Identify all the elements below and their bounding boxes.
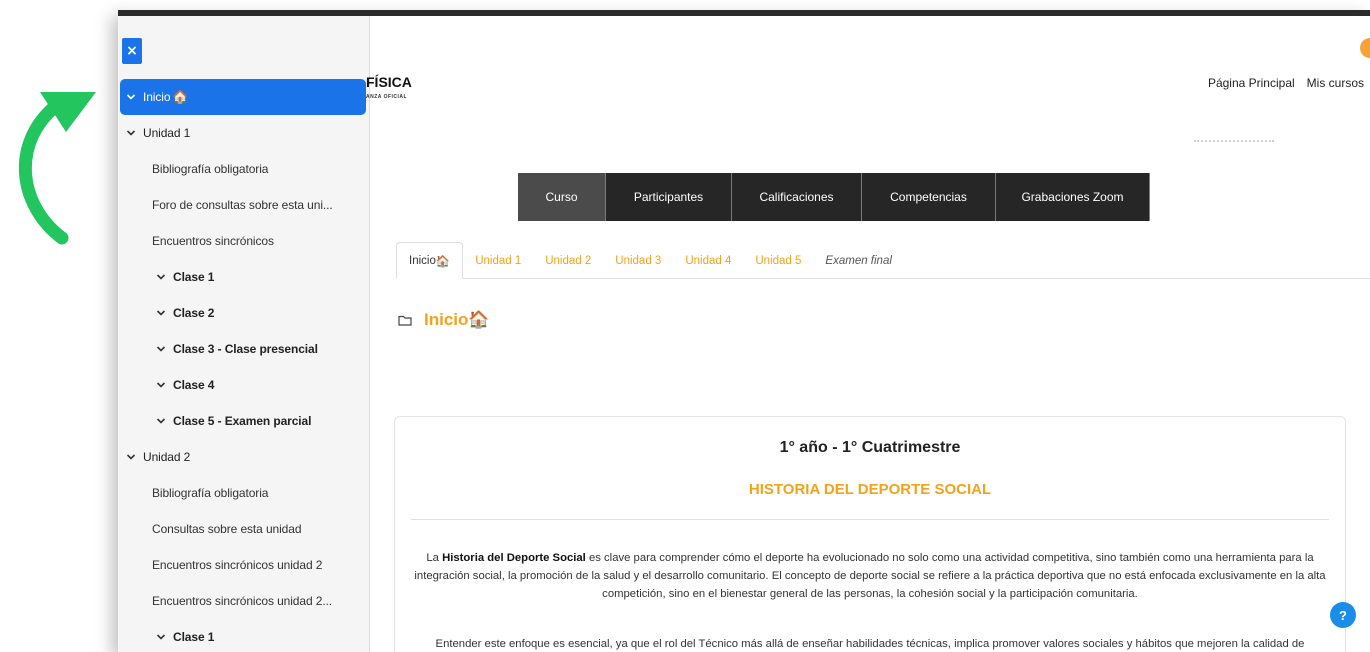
course-menu: Curso Participantes Calificaciones Competen… [518, 173, 1150, 221]
chevron-down-icon [156, 418, 166, 424]
drawer-item[interactable]: Clase 2 [118, 295, 366, 331]
drawer-item-label: Clase 5 - Examen parcial [173, 414, 312, 428]
section-tab[interactable]: Unidad 1 [463, 244, 533, 278]
drawer-item-label: Bibliografía obligatoria [152, 486, 269, 500]
card-divider [411, 519, 1329, 520]
drawer-item-label: Inicio [143, 90, 171, 104]
house-icon: 🏠 [435, 255, 451, 268]
drawer-item-label: Encuentros sincrónicos [152, 234, 274, 248]
chevron-down-icon [156, 634, 166, 640]
drawer-item-label: Unidad 1 [143, 126, 191, 140]
app-window: × Inicio 🏠 Unidad 1 Bibliografía obligatori… [118, 10, 1370, 652]
top-navigation: Página Principal Mis cursos [1208, 76, 1364, 90]
faint-divider [1194, 140, 1274, 145]
drawer-item-label: Foro de consultas sobre esta uni... [152, 198, 333, 212]
chevron-down-icon [126, 454, 136, 460]
chevron-down-icon [126, 94, 136, 100]
card-paragraph-1: La Historia del Deporte Social es clave … [414, 552, 1326, 600]
nav-link-home[interactable]: Página Principal [1208, 76, 1295, 90]
close-drawer-button[interactable]: × [122, 38, 142, 64]
course-menu-item[interactable]: Curso [518, 173, 606, 221]
house-icon: 🏠 [172, 89, 189, 104]
drawer-item[interactable]: Clase 3 - Clase presencial [118, 331, 366, 367]
drawer-item[interactable]: Bibliografía obligatoria [118, 151, 366, 187]
section-tab[interactable]: Unidad 4 [673, 244, 743, 278]
card-paragraph-2: Entender este enfoque es esencial, ya qu… [435, 638, 1305, 650]
drawer-item[interactable]: Clase 1 [118, 259, 366, 295]
drawer-item[interactable]: Clase 1 [118, 619, 366, 652]
chevron-down-icon [156, 274, 166, 280]
course-index: Inicio 🏠 Unidad 1 Bibliografía obligatoria F… [118, 79, 366, 652]
drawer-item[interactable]: Encuentros sincrónicos [118, 223, 366, 259]
section-title: Inicio🏠 [424, 310, 490, 329]
course-drawer: × Inicio 🏠 Unidad 1 Bibliografía obligatori… [118, 16, 370, 652]
site-brand-title[interactable]: FÍSICA [366, 74, 412, 90]
chevron-down-icon [156, 310, 166, 316]
tab-label: Unidad 5 [755, 255, 802, 267]
drawer-item-label: Bibliografía obligatoria [152, 162, 269, 176]
tab-label: Inicio [409, 254, 436, 267]
help-button[interactable]: ? [1330, 602, 1356, 628]
drawer-item[interactable]: Unidad 1 [118, 115, 366, 151]
drawer-item-label: Clase 1 [173, 630, 215, 644]
section-tabs: Inicio 🏠 Unidad 1 Unidad 2 Unidad 3 Unidad 4 U… [396, 240, 1370, 279]
chevron-down-icon [126, 130, 136, 136]
section-header: Inicio🏠 [398, 310, 490, 330]
section-tab[interactable]: Inicio 🏠 [396, 242, 464, 279]
drawer-item-label: Consultas sobre esta unidad [152, 522, 302, 536]
drawer-item[interactable]: Clase 4 [118, 367, 366, 403]
course-menu-item[interactable]: Competencias [862, 173, 996, 221]
course-menu-item[interactable]: Participantes [606, 173, 732, 221]
drawer-item-label: Clase 4 [173, 378, 215, 392]
section-tab[interactable]: Examen final [813, 244, 903, 278]
drawer-item-label: Encuentros sincrónicos unidad 2 [152, 558, 323, 572]
drawer-item[interactable]: Bibliografía obligatoria [118, 475, 366, 511]
course-summary-card: 1° año - 1° Cuatrimestre HISTORIA DEL DE… [394, 416, 1346, 652]
user-avatar[interactable] [1360, 38, 1370, 58]
drawer-item[interactable]: Foro de consultas sobre esta uni... [118, 187, 366, 223]
drawer-item[interactable]: Inicio 🏠 [120, 79, 366, 115]
course-menu-item[interactable]: Grabaciones Zoom [996, 173, 1150, 221]
house-icon: 🏠 [468, 310, 490, 329]
main-content: FÍSICA ANZA OFICIAL Página Principal Mis… [366, 16, 1370, 652]
drawer-item[interactable]: Consultas sobre esta unidad [118, 511, 366, 547]
drawer-item[interactable]: Unidad 2 [118, 439, 366, 475]
folder-icon [398, 315, 412, 326]
drawer-item-label: Clase 1 [173, 270, 215, 284]
drawer-item-label: Unidad 2 [143, 450, 191, 464]
curved-arrow-annotation [19, 92, 96, 245]
chevron-down-icon [156, 382, 166, 388]
drawer-item-label: Encuentros sincrónicos unidad 2... [152, 594, 333, 608]
drawer-item-label: Clase 2 [173, 306, 215, 320]
tab-label: Unidad 3 [615, 255, 662, 267]
drawer-item[interactable]: Clase 5 - Examen parcial [118, 403, 366, 439]
site-brand-subtitle: ANZA OFICIAL [366, 94, 408, 100]
card-subheading: HISTORIA DEL DEPORTE SOCIAL [748, 481, 992, 498]
course-menu-item[interactable]: Calificaciones [732, 173, 862, 221]
drawer-item[interactable]: Encuentros sincrónicos unidad 2... [118, 583, 366, 619]
card-heading: 1° año - 1° Cuatrimestre [779, 439, 961, 456]
tab-label: Unidad 4 [685, 255, 732, 267]
chevron-down-icon [156, 346, 166, 352]
section-tab[interactable]: Unidad 5 [743, 244, 813, 278]
section-tab[interactable]: Unidad 2 [533, 244, 603, 278]
tab-label: Unidad 2 [545, 255, 592, 267]
tab-label: Unidad 1 [475, 255, 522, 267]
nav-link-my-courses[interactable]: Mis cursos [1307, 76, 1364, 90]
drawer-item-label: Clase 3 - Clase presencial [173, 342, 318, 356]
drawer-item[interactable]: Encuentros sincrónicos unidad 2 [118, 547, 366, 583]
tab-label: Examen final [825, 255, 892, 267]
section-tab[interactable]: Unidad 3 [603, 244, 673, 278]
